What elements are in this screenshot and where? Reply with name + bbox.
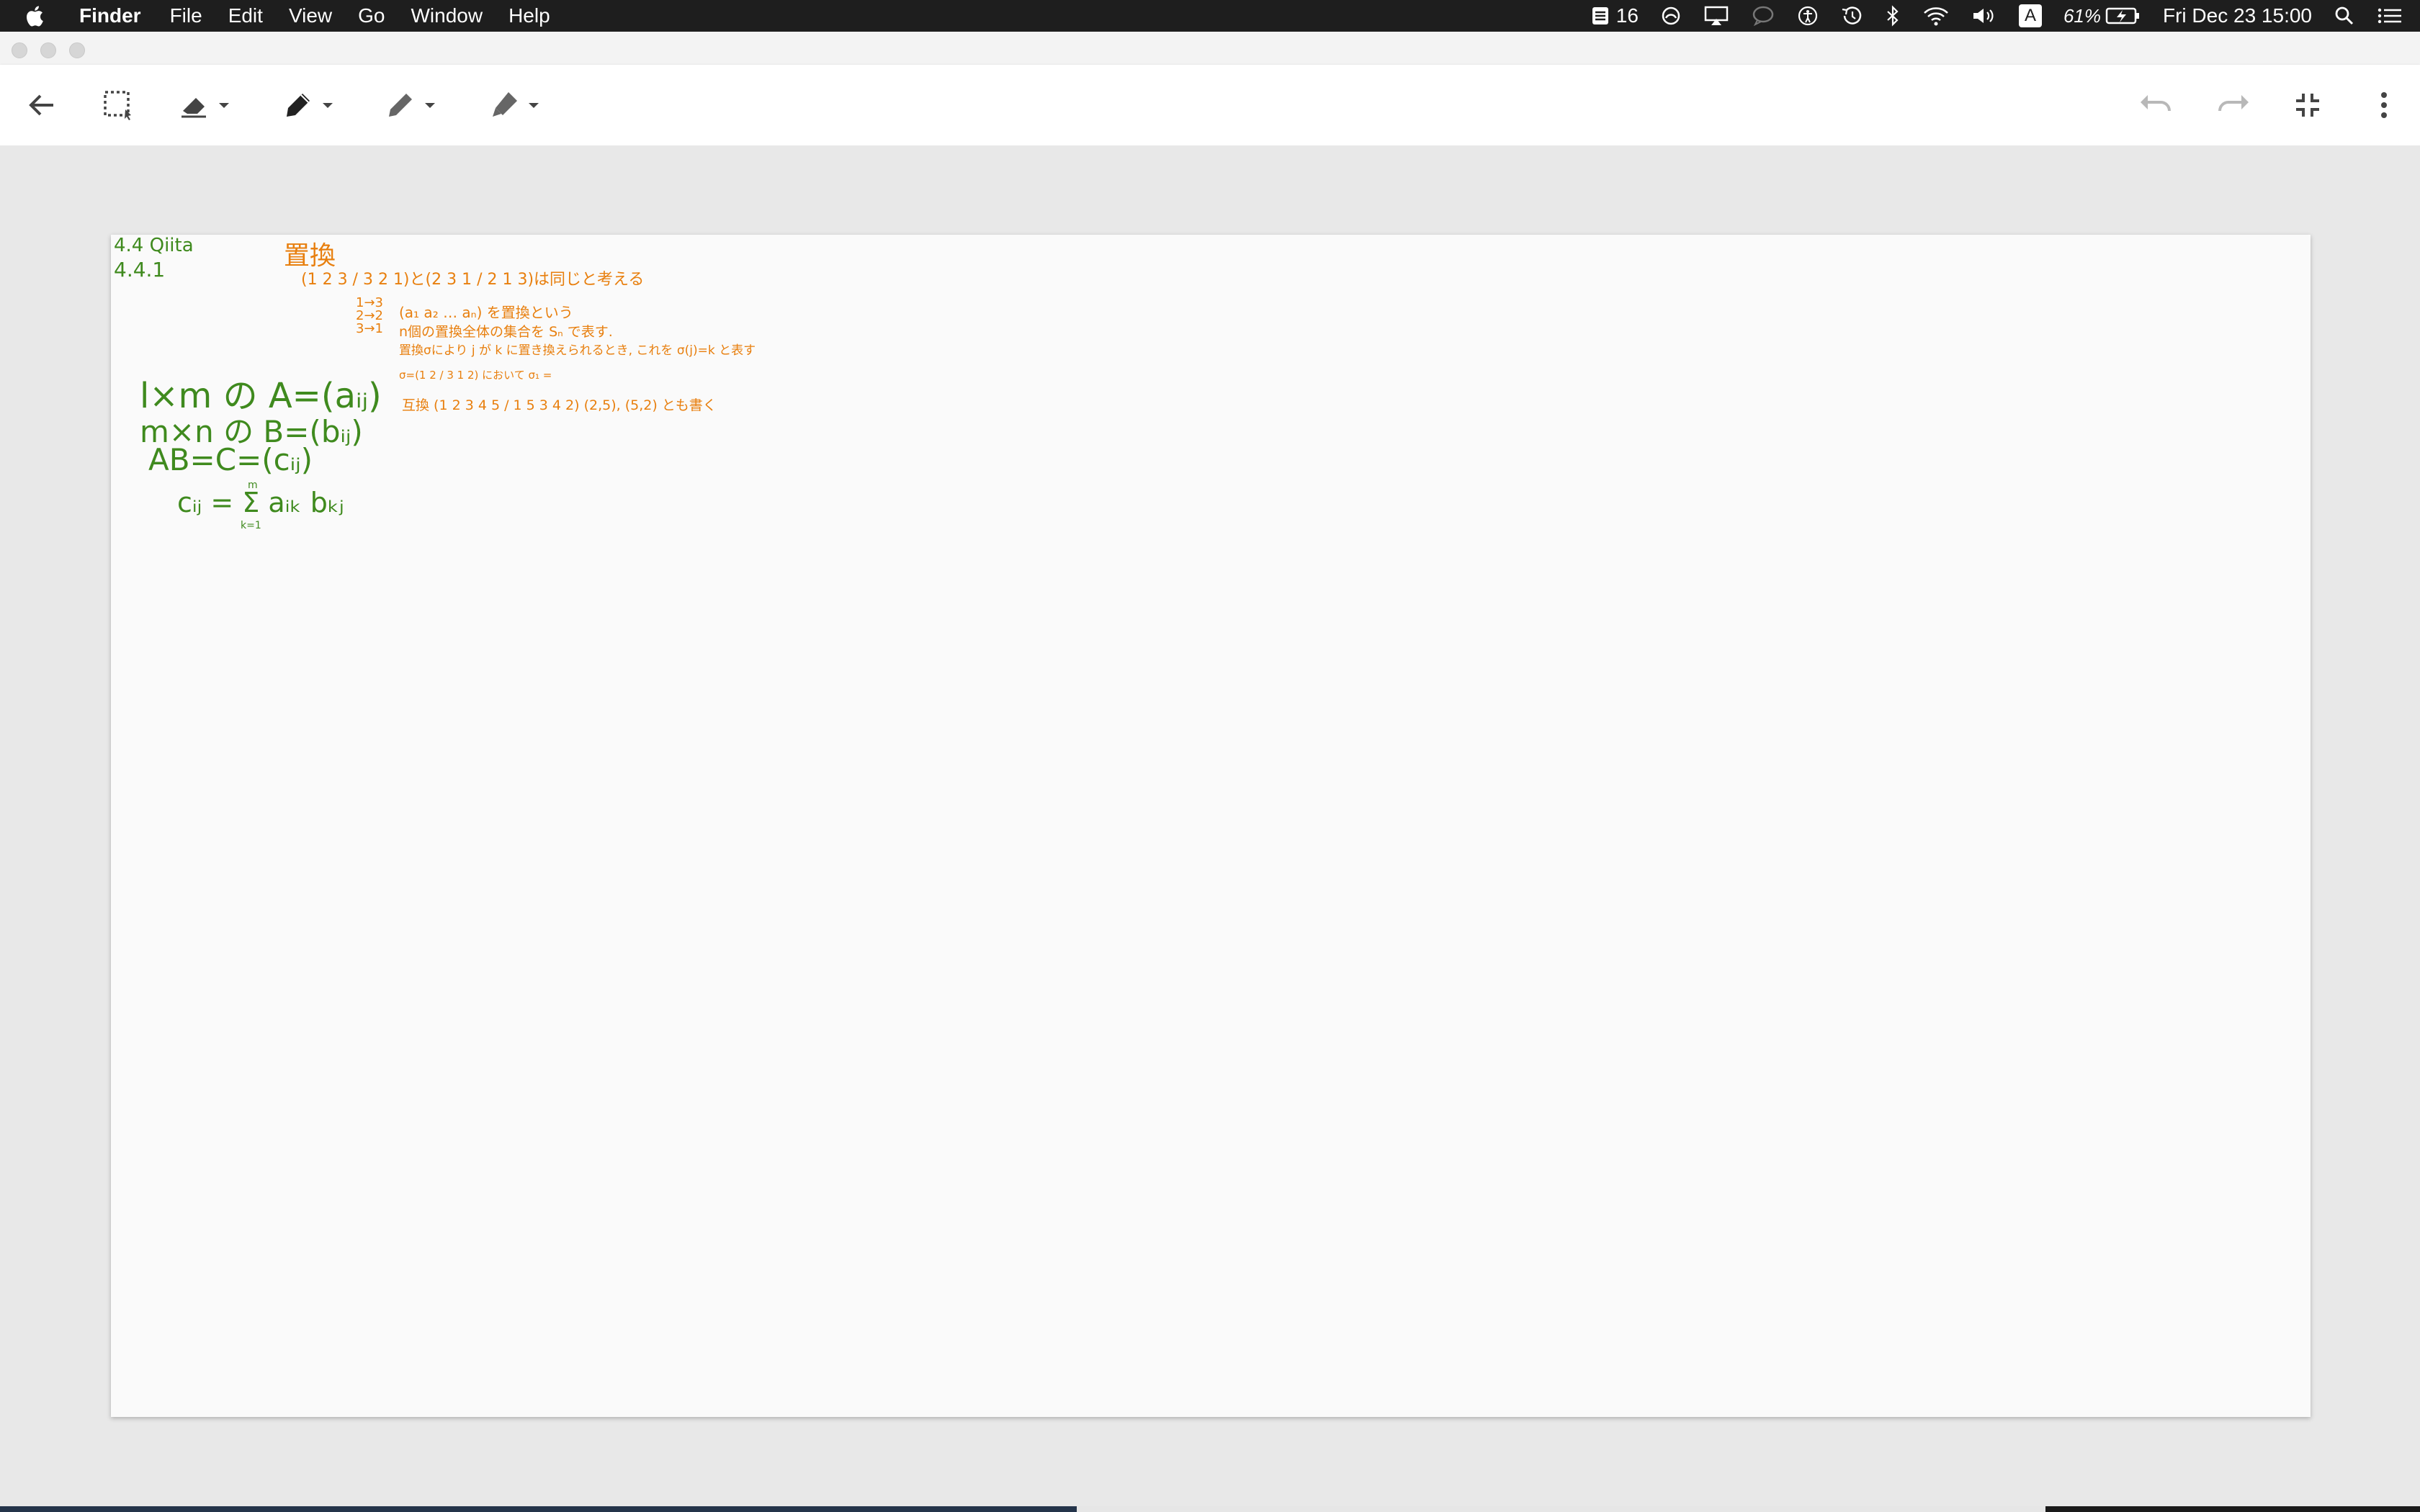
eraser-icon xyxy=(182,98,206,118)
note-green-line-3: AB=C=(cᵢⱼ) xyxy=(148,442,313,477)
lasso-select-button[interactable] xyxy=(101,85,135,125)
back-button[interactable] xyxy=(24,85,59,125)
exit-fullscreen-button[interactable] xyxy=(2290,85,2325,125)
highlighter-tool-button[interactable] xyxy=(487,85,540,125)
window-minimize-button[interactable] xyxy=(40,42,56,58)
window-title-bar xyxy=(0,32,2420,65)
note-orange-line-4: 置換σにより j が k に置き換えられるとき, これを σ(j)=k と表す xyxy=(399,343,756,358)
note-green-line-4: cᵢⱼ = Σ aᵢₖ bₖⱼ xyxy=(177,487,344,518)
menu-file[interactable]: File xyxy=(170,4,202,27)
window-zoom-button[interactable] xyxy=(69,42,85,58)
window-close-button[interactable] xyxy=(12,42,27,58)
more-vertical-icon xyxy=(2381,92,2387,118)
note-heading-subsection: 4.4.1 xyxy=(114,258,166,282)
note-heading-section: 4.4 Qiita xyxy=(114,235,194,256)
background-window-edge xyxy=(1077,1506,2045,1512)
airplay-icon[interactable] xyxy=(1703,0,1729,32)
input-source-indicator[interactable]: A xyxy=(2018,0,2042,32)
notification-count: 16 xyxy=(1615,4,1639,27)
menu-clock[interactable]: Fri Dec 23 15:00 xyxy=(2163,4,2312,27)
pencil-icon xyxy=(389,94,412,117)
bluetooth-icon[interactable] xyxy=(1885,0,1901,32)
back-arrow-icon xyxy=(29,94,53,116)
menu-view[interactable]: View xyxy=(289,4,332,27)
undo-icon xyxy=(2141,95,2171,112)
notification-status-item[interactable]: 16 xyxy=(1590,0,1639,32)
undo-button[interactable] xyxy=(2138,85,2175,125)
note-orange-line-6: 互換 (1 2 3 4 5 / 1 5 3 4 2) (2,5), (5,2) … xyxy=(402,397,717,413)
note-page[interactable]: 4.4 Qiita 4.4.1 置換 (1 2 3 / 3 2 1)と(2 3 … xyxy=(111,235,2311,1417)
background-window-strip xyxy=(0,1506,2420,1512)
note-orange-line-5: σ=(1 2 / 3 1 2) において σ₁ = xyxy=(399,369,552,382)
chat-bubble-icon[interactable] xyxy=(1751,0,1775,32)
pen-icon xyxy=(287,94,310,117)
menu-edit[interactable]: Edit xyxy=(228,4,263,27)
note-orange-line-1: (1 2 3 / 3 2 1)と(2 3 1 / 2 1 3)は同じと考える xyxy=(301,271,645,289)
time-machine-icon[interactable] xyxy=(1840,0,1863,32)
app-toolbar xyxy=(0,65,2420,145)
redo-icon xyxy=(2218,95,2249,112)
volume-icon[interactable] xyxy=(1971,0,1997,32)
note-sum-upper-limit: m xyxy=(248,480,258,491)
menu-go[interactable]: Go xyxy=(358,4,385,27)
spotlight-search-icon[interactable] xyxy=(2334,0,2355,32)
notification-center-icon[interactable] xyxy=(2377,0,2403,32)
highlighter-options-chevron-down-icon[interactable] xyxy=(527,101,540,109)
menu-window[interactable]: Window xyxy=(411,4,483,27)
note-orange-mapping: 1→3 2→2 3→1 xyxy=(356,295,383,336)
pen-tool-button[interactable] xyxy=(281,85,334,125)
canvas-workspace: 4.4 Qiita 4.4.1 置換 (1 2 3 / 3 2 1)と(2 3 … xyxy=(0,145,2420,1506)
pen-options-chevron-down-icon[interactable] xyxy=(321,101,334,109)
battery-charging-icon xyxy=(2105,7,2139,24)
eraser-tool-button[interactable] xyxy=(177,85,230,125)
apple-menu-icon[interactable] xyxy=(26,4,55,27)
note-orange-line-3: n個の置換全体の集合を Sₙ で表す. xyxy=(399,324,613,340)
dark-window-edge xyxy=(2045,1506,2420,1512)
do-not-disturb-icon[interactable] xyxy=(1660,0,1682,32)
battery-status-item[interactable]: 61% xyxy=(2063,0,2141,32)
wifi-icon[interactable] xyxy=(1922,0,1950,32)
note-orange-line-2: (a₁ a₂ … aₙ) を置換という xyxy=(399,304,573,321)
more-options-button[interactable] xyxy=(2370,85,2398,125)
accessibility-icon[interactable] xyxy=(1797,0,1819,32)
note-sum-lower-limit: k=1 xyxy=(241,520,261,531)
lasso-select-icon xyxy=(104,91,131,120)
redo-button[interactable] xyxy=(2214,85,2251,125)
exit-fullscreen-icon xyxy=(2296,94,2319,117)
input-source-label: A xyxy=(2018,4,2042,27)
battery-percent: 61% xyxy=(2063,4,2101,27)
highlighter-icon xyxy=(493,92,517,117)
menu-bar: Finder File Edit View Go Window Help 16 xyxy=(0,0,2420,32)
pencil-tool-button[interactable] xyxy=(383,85,436,125)
menu-help[interactable]: Help xyxy=(508,4,550,27)
eraser-options-chevron-down-icon[interactable] xyxy=(218,101,230,109)
pencil-options-chevron-down-icon[interactable] xyxy=(424,101,436,109)
stack-icon xyxy=(1592,7,1608,24)
menu-app-name[interactable]: Finder xyxy=(79,4,141,27)
terminal-strip xyxy=(0,1506,1077,1512)
